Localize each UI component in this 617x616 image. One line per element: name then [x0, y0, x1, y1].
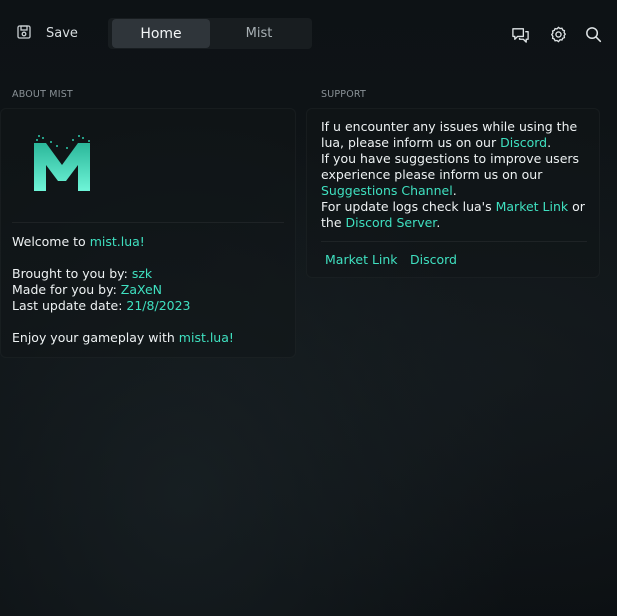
tab-home[interactable]: Home: [112, 19, 210, 48]
enjoy-text: Enjoy your gameplay with: [12, 330, 179, 345]
mist-lua-link[interactable]: mist.lua!: [90, 234, 145, 249]
discord-button[interactable]: Discord: [410, 252, 457, 268]
support-line-2c: Suggestions Channel.: [321, 183, 457, 199]
brought-value: szk: [131, 266, 153, 281]
tab-bar: Home Mist: [108, 18, 312, 49]
suggestions-channel-link[interactable]: Suggestions Channel: [321, 183, 453, 198]
made-value: ZaXeN: [120, 282, 163, 297]
update-value: 21/8/2023: [126, 298, 191, 313]
brought-line: Brought to you by: szk: [12, 266, 152, 282]
search-icon[interactable]: [582, 23, 604, 45]
gear-icon[interactable]: [547, 23, 569, 45]
discord-server-link[interactable]: Discord Server: [346, 215, 437, 230]
support-line-4: the Discord Server.: [321, 215, 440, 231]
save-label: Save: [46, 26, 78, 41]
chat-icon[interactable]: [509, 23, 531, 45]
market-inline-link[interactable]: Market Link: [496, 199, 569, 214]
support-line-1b: lua, please inform us on our Discord.: [321, 135, 551, 151]
brought-label: Brought to you by:: [12, 266, 132, 281]
support-text: lua, please inform us on our: [321, 135, 501, 150]
update-label: Last update date:: [12, 298, 127, 313]
welcome-text: Welcome to: [12, 234, 90, 249]
save-button[interactable]: Save: [0, 19, 98, 48]
tab-mist[interactable]: Mist: [210, 19, 308, 48]
support-text: or: [568, 199, 585, 214]
support-line-2b: experience please inform us on our: [321, 167, 543, 182]
support-section-title: SUPPORT: [321, 89, 367, 100]
enjoy-line: Enjoy your gameplay with mist.lua!: [12, 330, 234, 346]
punct: .: [436, 215, 441, 230]
mist-lua-link-2[interactable]: mist.lua!: [179, 330, 234, 345]
market-link-button[interactable]: Market Link: [325, 252, 398, 268]
support-line-2a: If you have suggestions to improve users: [321, 151, 580, 166]
support-line-1a: If u encounter any issues while using th…: [321, 119, 578, 134]
welcome-line: Welcome to mist.lua!: [12, 234, 145, 250]
punct: .: [452, 183, 457, 198]
made-label: Made for you by:: [12, 282, 121, 297]
mist-logo: [30, 133, 94, 197]
save-icon: [16, 24, 32, 44]
update-line: Last update date: 21/8/2023: [12, 298, 191, 314]
discord-inline-link[interactable]: Discord: [500, 135, 547, 150]
punct: .: [547, 135, 552, 150]
support-text: For update logs check lua's: [321, 199, 496, 214]
top-bar: Save Home Mist: [0, 0, 617, 66]
made-line: Made for you by: ZaXeN: [12, 282, 162, 298]
support-divider: [321, 241, 587, 242]
support-line-3: For update logs check lua's Market Link …: [321, 199, 585, 215]
about-section-title: ABOUT MIST: [12, 89, 73, 100]
about-divider: [12, 222, 284, 223]
support-text: the: [321, 215, 346, 230]
